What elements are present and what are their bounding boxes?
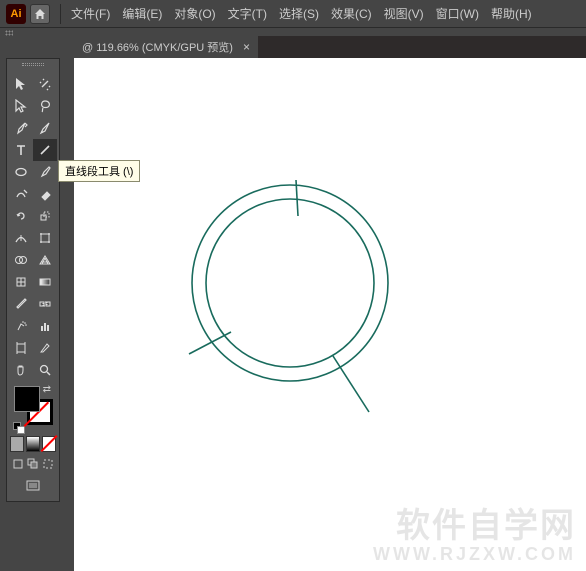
app-logo: Ai [6, 4, 26, 24]
draw-normal-icon[interactable] [11, 455, 26, 473]
lasso-tool[interactable] [33, 95, 57, 117]
menu-file[interactable]: 文件(F) [65, 3, 116, 24]
slice-tool[interactable] [33, 337, 57, 359]
close-icon[interactable]: × [243, 40, 250, 54]
type-tool[interactable] [9, 139, 33, 161]
curvature-tool[interactable] [33, 117, 57, 139]
screen-mode-icon[interactable] [11, 477, 55, 495]
color-mode-row [9, 435, 57, 453]
line-segment-tool[interactable] [33, 139, 57, 161]
inner-circle[interactable] [206, 199, 374, 367]
rotate-tool[interactable] [9, 205, 33, 227]
column-graph-tool[interactable] [33, 315, 57, 337]
document-tab[interactable]: @ 119.66% (CMYK/GPU 预览) × [74, 36, 258, 58]
swap-fill-stroke-icon[interactable]: ⇄ [43, 384, 51, 395]
shape-builder-tool[interactable] [9, 249, 33, 271]
options-bar [0, 28, 586, 36]
color-mode-none[interactable] [42, 436, 56, 452]
menu-edit[interactable]: 编辑(E) [116, 3, 168, 24]
toolbox: ⇄ [6, 58, 60, 502]
gradient-tool[interactable] [33, 271, 57, 293]
canvas[interactable]: 软件自学网 WWW.RJZXW.COM [74, 58, 586, 571]
paintbrush-tool[interactable] [33, 161, 57, 183]
options-drag-handle[interactable] [5, 30, 13, 36]
document-tab-bar: @ 119.66% (CMYK/GPU 预览) × [74, 36, 586, 58]
zoom-tool[interactable] [33, 359, 57, 381]
menubar: Ai 文件(F) 编辑(E) 对象(O) 文字(T) 选择(S) 效果(C) 视… [0, 0, 586, 28]
artboard-tool[interactable] [9, 337, 33, 359]
perspective-grid-tool[interactable] [33, 249, 57, 271]
tool-tooltip: 直线段工具 (\) [58, 160, 140, 182]
fill-stroke-swatches[interactable]: ⇄ [9, 381, 57, 435]
menu-help[interactable]: 帮助(H) [485, 3, 538, 24]
toolbox-drag-handle[interactable] [9, 63, 57, 71]
mesh-tool[interactable] [9, 271, 33, 293]
blend-tool[interactable] [33, 293, 57, 315]
eraser-tool[interactable] [33, 183, 57, 205]
menu-select[interactable]: 选择(S) [273, 3, 325, 24]
menu-effect[interactable]: 效果(C) [325, 3, 378, 24]
color-mode-solid[interactable] [10, 436, 24, 452]
direct-selection-tool[interactable] [9, 95, 33, 117]
default-fill-stroke-icon[interactable] [13, 422, 25, 434]
free-transform-tool[interactable] [33, 227, 57, 249]
magic-wand-tool[interactable] [33, 73, 57, 95]
line-segment-left[interactable] [189, 332, 231, 354]
width-tool[interactable] [9, 227, 33, 249]
draw-behind-icon[interactable] [26, 455, 41, 473]
ellipse-tool[interactable] [9, 161, 33, 183]
menu-object[interactable]: 对象(O) [168, 3, 221, 24]
pen-tool[interactable] [9, 117, 33, 139]
menu-type[interactable]: 文字(T) [222, 3, 273, 24]
fill-swatch[interactable] [14, 386, 40, 412]
color-mode-gradient[interactable] [26, 436, 40, 452]
menu-view[interactable]: 视图(V) [378, 3, 430, 24]
shaper-tool[interactable] [9, 183, 33, 205]
document-tab-title: @ 119.66% (CMYK/GPU 预览) [82, 39, 233, 55]
draw-mode-row [9, 453, 57, 475]
hand-tool[interactable] [9, 359, 33, 381]
scale-tool[interactable] [33, 205, 57, 227]
symbol-sprayer-tool[interactable] [9, 315, 33, 337]
eyedropper-tool[interactable] [9, 293, 33, 315]
home-icon[interactable] [30, 4, 50, 24]
outer-circle[interactable] [192, 185, 388, 381]
menu-window[interactable]: 窗口(W) [430, 3, 485, 24]
draw-inside-icon[interactable] [40, 455, 55, 473]
separator [60, 4, 61, 24]
line-segment-right[interactable] [333, 356, 369, 412]
screen-mode-row [9, 475, 57, 497]
selection-tool[interactable] [9, 73, 33, 95]
